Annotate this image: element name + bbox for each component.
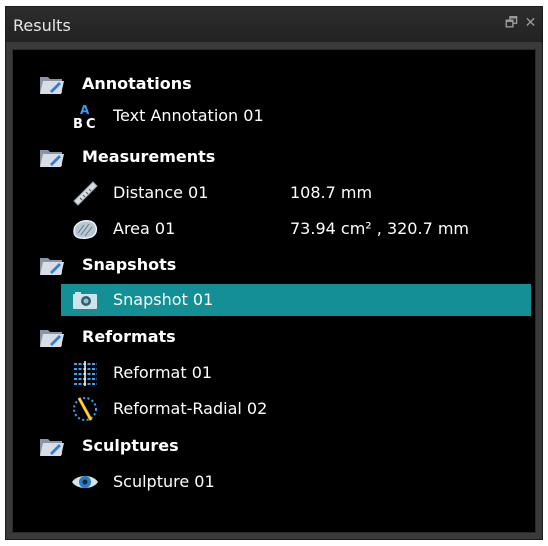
panel-title: Results xyxy=(13,16,71,35)
panel-titlebar: Results 🗗 ✕ xyxy=(6,7,542,42)
text-annotation-icon: A B C xyxy=(73,103,96,130)
folder-icon xyxy=(40,77,64,94)
results-panel: Results 🗗 ✕ Annotations A B C Text Annot… xyxy=(5,6,543,540)
close-button[interactable]: ✕ xyxy=(522,15,539,32)
folder-icon xyxy=(40,439,64,456)
float-window-button[interactable]: 🗗 xyxy=(503,15,520,32)
group-label: Sculptures xyxy=(82,436,179,455)
item-label: Distance 01 xyxy=(113,183,209,202)
tree-item-text-annotation[interactable]: A B C Text Annotation 01 xyxy=(13,100,535,132)
eye-icon xyxy=(72,476,98,488)
item-value: 73.94 cm² , 320.7 mm xyxy=(290,219,470,238)
item-label: Reformat-Radial 02 xyxy=(113,399,268,418)
group-label: Snapshots xyxy=(82,255,177,274)
item-label: Text Annotation 01 xyxy=(113,106,264,125)
item-label: Area 01 xyxy=(113,219,176,238)
group-label: Measurements xyxy=(82,147,216,166)
folder-icon xyxy=(40,150,64,167)
tree-group-sculptures[interactable]: Sculptures xyxy=(13,430,535,462)
tree-item-reformat-radial[interactable]: Reformat-Radial 02 xyxy=(13,393,535,425)
results-tree: Annotations A B C Text Annotation 01 Mea… xyxy=(12,49,536,533)
group-label: Annotations xyxy=(82,74,192,93)
tree-item-sculpture[interactable]: Sculpture 01 xyxy=(13,466,535,498)
tree-item-reformat[interactable]: Reformat 01 xyxy=(13,357,535,389)
folder-icon xyxy=(40,330,64,347)
item-label: Sculpture 01 xyxy=(113,472,215,491)
svg-text:C: C xyxy=(86,117,96,130)
group-label: Reformats xyxy=(82,327,176,346)
reformat-icon xyxy=(74,361,97,386)
ruler-icon xyxy=(73,181,98,206)
svg-text:B: B xyxy=(73,117,83,130)
tree-item-distance[interactable]: Distance 01 108.7 mm xyxy=(13,177,535,209)
item-label: Reformat 01 xyxy=(113,363,213,382)
camera-icon xyxy=(73,292,97,309)
tree-item-area[interactable]: Area 01 73.94 cm² , 320.7 mm xyxy=(13,213,535,245)
item-value: 108.7 mm xyxy=(290,183,373,202)
tree-group-reformats[interactable]: Reformats xyxy=(13,321,535,353)
area-icon xyxy=(73,220,98,239)
tree-item-snapshot[interactable]: Snapshot 01 xyxy=(61,284,531,316)
tree-group-measurements[interactable]: Measurements xyxy=(13,141,535,173)
svg-text:A: A xyxy=(80,103,90,117)
tree-group-annotations[interactable]: Annotations xyxy=(13,68,535,100)
tree-group-snapshots[interactable]: Snapshots xyxy=(13,249,535,281)
item-label: Snapshot 01 xyxy=(113,290,214,309)
reformat-radial-icon xyxy=(73,397,97,421)
folder-icon xyxy=(40,258,64,275)
